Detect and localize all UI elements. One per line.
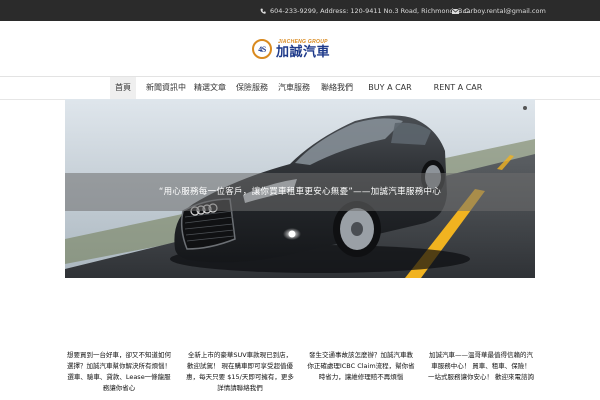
article-teaser-3[interactable]: 發生交通事故該怎麼辦？加誠汽車教你正確處理ICBC Claim流程，幫你省時省力… — [307, 350, 415, 383]
contact-text: 604-233-9299, Address: 120-9411 No.3 Roa… — [270, 7, 471, 15]
nav-item-home[interactable]: 首頁 — [110, 77, 136, 99]
main-nav: 首頁 新聞資訊中 精選文章 保險服務 汽車服務 聯絡我們 BUY A CAR R… — [0, 77, 600, 100]
hero-slider[interactable]: “用心服務每一位客戶，讓你買車租車更安心無憂”——加誠汽車服務中心 — [65, 99, 535, 278]
nav-item-insurance[interactable]: 保險服務 — [236, 77, 268, 99]
phone-icon — [260, 8, 266, 14]
article-teasers: 想要買到一台好車，卻又不知道如何選擇？加誠汽車幫你解決所有煩惱！選車、驗車、貸款… — [65, 350, 535, 400]
nav-item-contact[interactable]: 聯絡我們 — [320, 77, 354, 99]
logo-company-name: 加誠汽車 — [276, 44, 331, 60]
nav-item-rent-a-car[interactable]: RENT A CAR — [428, 77, 488, 99]
top-bar: 604-233-9299, Address: 120-9411 No.3 Roa… — [0, 0, 600, 21]
email-link[interactable]: carboy.rental@gmail.com — [463, 7, 546, 15]
nav-item-news[interactable]: 新聞資訊中 — [146, 77, 186, 99]
logo-text: JIACHENG GROUP 加誠汽車 — [276, 39, 330, 60]
article-teaser-4[interactable]: 加誠汽車——溫哥華最值得信賴的汽車服務中心！ 買車、租車、保險！ 一站式服務讓你… — [427, 350, 535, 383]
site-logo[interactable]: 4S JIACHENG GROUP 加誠汽車 — [252, 37, 330, 61]
logo-badge: 4S — [252, 39, 272, 59]
nav-item-buy-a-car[interactable]: BUY A CAR — [364, 77, 416, 99]
nav-item-car-service[interactable]: 汽車服務 — [278, 77, 310, 99]
article-teaser-2[interactable]: 全新上市的豪華SUV車款現已到店，歡迎試駕！ 現在購車即可享受超值優惠，每天只要… — [185, 350, 295, 394]
mail-icon — [452, 8, 459, 14]
email-info[interactable]: carboy.rental@gmail.com — [452, 7, 546, 15]
header-logo-area: 4S JIACHENG GROUP 加誠汽車 — [0, 21, 600, 77]
article-teaser-1[interactable]: 想要買到一台好車，卻又不知道如何選擇？加誠汽車幫你解決所有煩惱！選車、驗車、貸款… — [65, 350, 173, 394]
contact-info: 604-233-9299, Address: 120-9411 No.3 Roa… — [260, 7, 471, 15]
slider-dot[interactable] — [523, 106, 527, 110]
hero-caption: “用心服務每一位客戶，讓你買車租車更安心無憂”——加誠汽車服務中心 — [65, 173, 535, 211]
nav-item-articles[interactable]: 精選文章 — [194, 77, 226, 99]
